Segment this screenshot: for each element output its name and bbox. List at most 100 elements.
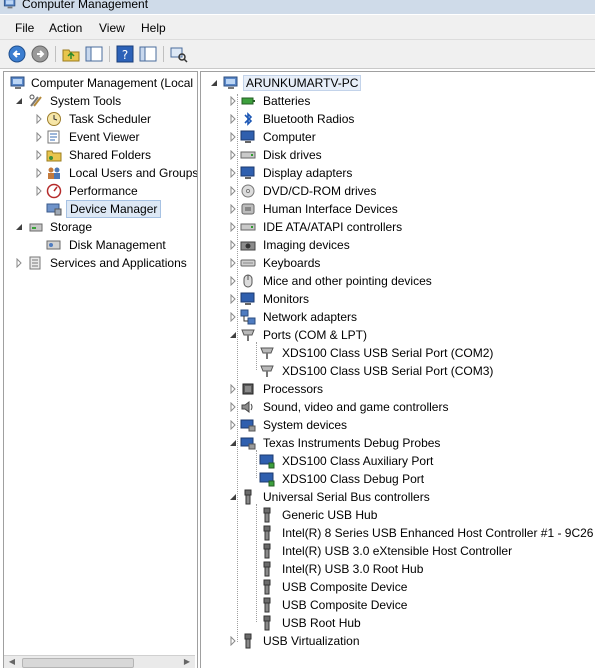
device-category-label: Universal Serial Bus controllers: [263, 490, 430, 504]
menu-action[interactable]: Action: [49, 21, 82, 35]
usb-icon: [259, 507, 275, 523]
scan-hardware-changes-icon[interactable]: [170, 45, 188, 63]
show-hide-console-tree-icon[interactable]: [85, 45, 103, 63]
collapsed-arrow-icon[interactable]: [228, 636, 238, 646]
computer-management-icon: [10, 75, 26, 91]
collapsed-arrow-icon[interactable]: [228, 168, 238, 178]
device-label: USB Composite Device: [282, 598, 408, 612]
device-category-label: Mice and other pointing devices: [263, 274, 432, 288]
collapsed-arrow-icon[interactable]: [228, 150, 238, 160]
toolbar-separator: [55, 46, 56, 62]
horizontal-scrollbar[interactable]: ◀ ▶: [4, 655, 195, 668]
performance-icon: [46, 183, 62, 199]
battery-icon: [240, 93, 256, 109]
monitor-icon: [240, 291, 256, 307]
collapsed-arrow-icon[interactable]: [228, 312, 238, 322]
collapsed-arrow-icon[interactable]: [228, 132, 238, 142]
tree-item-label: Task Scheduler: [69, 112, 152, 126]
tree-item-label: Services and Applications: [50, 256, 187, 270]
collapsed-arrow-icon[interactable]: [34, 186, 44, 196]
tree-connector: [256, 450, 257, 478]
show-action-pane-icon[interactable]: [139, 45, 157, 63]
collapsed-arrow-icon[interactable]: [34, 168, 44, 178]
scroll-left-icon[interactable]: ◀: [6, 657, 18, 667]
collapsed-arrow-icon[interactable]: [14, 258, 24, 268]
device-category-label: IDE ATA/ATAPI controllers: [263, 220, 403, 234]
collapsed-arrow-icon[interactable]: [228, 276, 238, 286]
console-tree-pane: Computer Management (Local System Tools …: [3, 71, 198, 668]
bluetooth-icon: [240, 111, 256, 127]
menu-view[interactable]: View: [99, 21, 125, 35]
hid-icon: [240, 201, 256, 217]
device-label: Intel(R) USB 3.0 eXtensible Host Control…: [282, 544, 513, 558]
tree-item-label: Storage: [50, 220, 93, 234]
expanded-arrow-icon[interactable]: [228, 492, 238, 502]
collapsed-arrow-icon[interactable]: [228, 114, 238, 124]
tree-item-label: Device Manager: [66, 200, 162, 218]
device-label: XDS100 Class Debug Port: [282, 472, 425, 486]
device-category-label: DVD/CD-ROM drives: [263, 184, 377, 198]
collapsed-arrow-icon[interactable]: [228, 384, 238, 394]
port-icon: [259, 363, 275, 379]
clock-icon: [46, 111, 62, 127]
expanded-arrow-icon[interactable]: [14, 96, 24, 106]
forward-icon[interactable]: [31, 45, 49, 63]
title-bar: Computer Management: [0, 0, 595, 14]
scroll-right-icon[interactable]: ▶: [181, 657, 193, 667]
computer-management-icon: [3, 0, 17, 10]
collapsed-arrow-icon[interactable]: [228, 294, 238, 304]
mouse-icon: [240, 273, 256, 289]
usb-icon: [259, 615, 275, 631]
display-adapter-icon: [240, 165, 256, 181]
tree-item-label: Disk Management: [69, 238, 166, 252]
collapsed-arrow-icon[interactable]: [228, 96, 238, 106]
expanded-arrow-icon[interactable]: [209, 78, 219, 88]
tree-item-label: Shared Folders: [69, 148, 152, 162]
expanded-arrow-icon[interactable]: [14, 222, 24, 232]
computer-name: ARUNKUMARTV-PC: [243, 75, 362, 91]
collapsed-arrow-icon[interactable]: [34, 114, 44, 124]
collapsed-arrow-icon[interactable]: [34, 150, 44, 160]
collapsed-arrow-icon[interactable]: [228, 240, 238, 250]
usb-icon: [259, 561, 275, 577]
device-label: Intel(R) USB 3.0 Root Hub: [282, 562, 424, 576]
device-category-label: Monitors: [263, 292, 310, 306]
device-category-label: Network adapters: [263, 310, 358, 324]
device-category-label: Sound, video and game controllers: [263, 400, 449, 414]
device-label: XDS100 Class USB Serial Port (COM3): [282, 364, 494, 378]
device-category-label: Ports (COM & LPT): [263, 328, 368, 342]
menu-help[interactable]: Help: [141, 21, 166, 35]
shared-folder-icon: [46, 147, 62, 163]
tree-connector: [256, 504, 257, 622]
device-category-label: Bluetooth Radios: [263, 112, 355, 126]
users-icon: [46, 165, 62, 181]
device-label: XDS100 Class Auxiliary Port: [282, 454, 434, 468]
device-label: XDS100 Class USB Serial Port (COM2): [282, 346, 494, 360]
tree-item-label: Computer Management (Local: [31, 76, 194, 90]
up-one-level-icon[interactable]: [62, 45, 80, 63]
collapsed-arrow-icon[interactable]: [228, 204, 238, 214]
network-icon: [240, 309, 256, 325]
back-icon[interactable]: [8, 45, 26, 63]
menu-file[interactable]: File: [15, 21, 34, 35]
collapsed-arrow-icon[interactable]: [228, 402, 238, 412]
tree-item-label: Event Viewer: [69, 130, 140, 144]
collapsed-arrow-icon[interactable]: [34, 132, 44, 142]
expanded-arrow-icon[interactable]: [228, 330, 238, 340]
device-category-label: Batteries: [263, 94, 311, 108]
collapsed-arrow-icon[interactable]: [228, 420, 238, 430]
disk-drive-icon: [240, 147, 256, 163]
help-icon[interactable]: [116, 45, 134, 63]
port-icon: [259, 345, 275, 361]
storage-icon: [28, 219, 44, 235]
expanded-arrow-icon[interactable]: [228, 438, 238, 448]
device-category-label: USB Virtualization: [263, 634, 360, 648]
device-category-label: Processors: [263, 382, 324, 396]
device-category-label: Human Interface Devices: [263, 202, 398, 216]
collapsed-arrow-icon[interactable]: [228, 222, 238, 232]
device-label: Intel(R) 8 Series USB Enhanced Host Cont…: [282, 526, 594, 540]
dvd-icon: [240, 183, 256, 199]
usb-icon: [259, 525, 275, 541]
collapsed-arrow-icon[interactable]: [228, 186, 238, 196]
collapsed-arrow-icon[interactable]: [228, 258, 238, 268]
